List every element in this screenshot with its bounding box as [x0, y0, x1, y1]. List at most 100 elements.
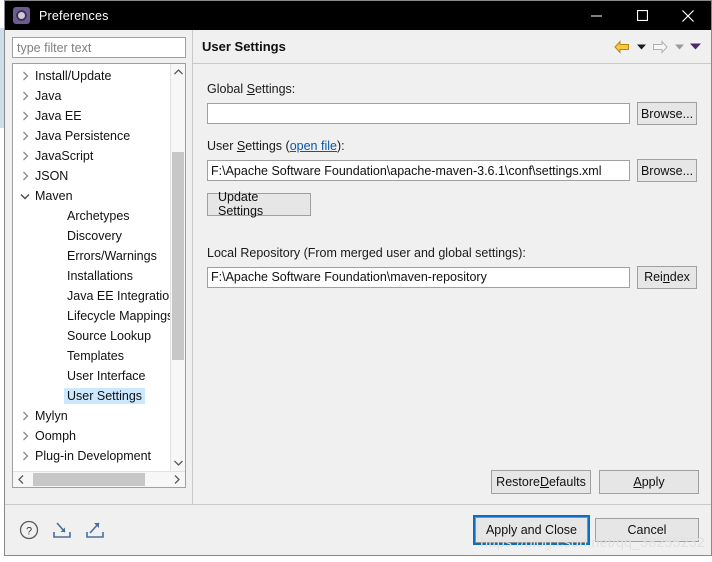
dialog-bottom-bar: ? Apply and Close Cancel https://blog.cs…: [5, 504, 711, 555]
chevron-right-icon[interactable]: [17, 91, 33, 101]
cancel-button[interactable]: Cancel: [595, 518, 699, 542]
page-content: Global Settings: Browse... User Settings…: [193, 64, 711, 470]
back-history-chevron-down-icon[interactable]: [635, 38, 647, 56]
sidebar-item-user-interface[interactable]: User Interface: [13, 366, 170, 386]
sidebar-item-label: Java EE: [35, 109, 82, 123]
chevron-right-icon[interactable]: [17, 71, 33, 81]
chevron-right-icon[interactable]: [17, 151, 33, 161]
page-footer-buttons: Restore Defaults Apply: [193, 470, 711, 504]
sidebar-item-label: Lifecycle Mappings: [67, 309, 170, 323]
sidebar-item-label: User Settings: [64, 388, 146, 404]
tree-item-list: Install/Update Java Java EE Java Persistenc…: [13, 64, 170, 471]
local-repository-label: Local Repository (From merged user and g…: [207, 245, 526, 260]
forward-arrow-icon[interactable]: [651, 38, 669, 56]
open-file-link[interactable]: open file: [290, 139, 337, 153]
sidebar-item-label: JavaScript: [35, 149, 94, 163]
sidebar-item-label: User Interface: [67, 369, 146, 383]
preferences-gear-icon: [13, 7, 30, 24]
scroll-left-icon[interactable]: [13, 472, 29, 487]
sidebar-item-user-settings[interactable]: User Settings: [13, 386, 170, 406]
sidebar-item-oomph[interactable]: Oomph: [13, 426, 170, 446]
user-settings-browse-button[interactable]: Browse...: [637, 159, 697, 182]
scrollbar-thumb-horizontal[interactable]: [33, 473, 145, 486]
chevron-right-icon[interactable]: [17, 171, 33, 181]
svg-text:?: ?: [26, 526, 32, 538]
tree-horizontal-scrollbar[interactable]: [13, 471, 185, 487]
filter-input[interactable]: type filter text: [12, 37, 186, 58]
sidebar-item-label: Source Lookup: [67, 329, 152, 343]
sidebar-item-label: Errors/Warnings: [67, 249, 157, 263]
sidebar-item-java-persistence[interactable]: Java Persistence: [13, 126, 170, 146]
import-icon[interactable]: [50, 518, 74, 542]
sidebar-item-label: Install/Update: [35, 69, 112, 83]
tree-vertical-scrollbar[interactable]: [170, 64, 185, 471]
sidebar-item-java[interactable]: Java: [13, 86, 170, 106]
sidebar-item-label: Discovery: [67, 229, 122, 243]
apply-button[interactable]: Apply: [599, 470, 699, 494]
sidebar-item-archetypes[interactable]: Archetypes: [13, 206, 170, 226]
sidebar-item-plug-in-development[interactable]: Plug-in Development: [13, 446, 170, 466]
sidebar-item-json[interactable]: JSON: [13, 166, 170, 186]
sidebar-item-discovery[interactable]: Discovery: [13, 226, 170, 246]
sidebar-item-install-update[interactable]: Install/Update: [13, 66, 170, 86]
chevron-down-icon[interactable]: [17, 193, 33, 200]
sidebar-item-label: Templates: [67, 349, 124, 363]
title-bar: Preferences: [5, 1, 711, 30]
bottom-bar-icons: ?: [17, 518, 475, 542]
sidebar-item-templates[interactable]: Templates: [13, 346, 170, 366]
sidebar-item-label: Maven: [35, 189, 73, 203]
page-title: User Settings: [202, 39, 286, 54]
apply-and-close-button[interactable]: Apply and Close: [472, 515, 591, 545]
sidebar-item-label: Oomph: [35, 429, 76, 443]
sidebar-item-java-ee[interactable]: Java EE: [13, 106, 170, 126]
minimize-icon[interactable]: [573, 1, 619, 30]
scroll-right-icon[interactable]: [169, 472, 185, 487]
export-icon[interactable]: [83, 518, 107, 542]
back-arrow-icon[interactable]: [613, 38, 631, 56]
sidebar-item-mylyn[interactable]: Mylyn: [13, 406, 170, 426]
global-settings-label: Global Settings:: [207, 82, 296, 96]
chevron-right-icon[interactable]: [17, 111, 33, 121]
close-icon[interactable]: [665, 1, 711, 30]
forward-history-chevron-down-icon[interactable]: [673, 38, 685, 56]
sidebar-item-source-lookup[interactable]: Source Lookup: [13, 326, 170, 346]
scroll-down-icon[interactable]: [171, 455, 185, 471]
page-pane: User Settings Global Settings: Browse...…: [192, 30, 711, 504]
sidebar-item-label: Archetypes: [67, 209, 130, 223]
window-title: Preferences: [39, 8, 109, 23]
sidebar-item-installations[interactable]: Installations: [13, 266, 170, 286]
local-repository-row: F:\Apache Software Foundation\maven-repo…: [207, 265, 697, 289]
sidebar-item-java-ee-integration[interactable]: Java EE Integration: [13, 286, 170, 306]
scrollbar-thumb-vertical[interactable]: [172, 152, 184, 360]
reindex-button[interactable]: Rei n dex: [637, 265, 697, 289]
global-settings-browse-button[interactable]: Browse...: [637, 102, 697, 125]
view-menu-chevron-down-icon[interactable]: [689, 38, 701, 56]
scroll-up-icon[interactable]: [171, 64, 185, 80]
local-repository-input[interactable]: F:\Apache Software Foundation\maven-repo…: [207, 266, 630, 288]
chevron-right-icon[interactable]: [17, 411, 33, 421]
global-settings-row: Browse...: [207, 102, 697, 125]
page-header: User Settings: [193, 30, 711, 64]
preferences-tree: Install/Update Java Java EE Java Persistenc…: [12, 63, 186, 488]
sidebar-item-label: Installations: [67, 269, 134, 283]
restore-defaults-button[interactable]: Restore Defaults: [491, 470, 591, 494]
sidebar-item-label: Java: [35, 89, 62, 103]
bottom-bar-buttons: Apply and Close Cancel: [472, 515, 699, 545]
sidebar-item-maven[interactable]: Maven: [13, 186, 170, 206]
update-settings-button[interactable]: Update Settings: [207, 190, 311, 218]
sidebar-item-javascript[interactable]: JavaScript: [13, 146, 170, 166]
chevron-right-icon[interactable]: [17, 431, 33, 441]
user-settings-label: User Settings (open file):: [207, 139, 345, 153]
sidebar-item-label: Plug-in Development: [35, 449, 152, 463]
chevron-right-icon[interactable]: [17, 131, 33, 141]
global-settings-input[interactable]: [207, 103, 630, 124]
user-settings-input[interactable]: F:\Apache Software Foundation\apache-mav…: [207, 160, 630, 181]
sidebar-item-lifecycle-mappings[interactable]: Lifecycle Mappings: [13, 306, 170, 326]
page-nav-tools: [613, 38, 701, 56]
sidebar-item-errors-warnings[interactable]: Errors/Warnings: [13, 246, 170, 266]
chevron-right-icon[interactable]: [17, 451, 33, 461]
user-settings-row: F:\Apache Software Foundation\apache-mav…: [207, 159, 697, 182]
maximize-icon[interactable]: [619, 1, 665, 30]
scrollbar-track-horizontal[interactable]: [29, 472, 169, 487]
help-icon[interactable]: ?: [17, 518, 41, 542]
